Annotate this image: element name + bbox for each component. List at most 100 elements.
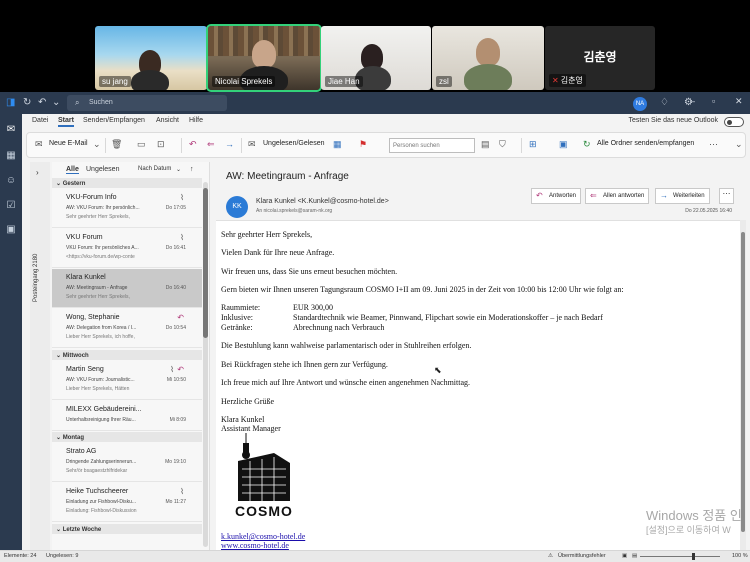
scrollbar-thumb[interactable] <box>203 188 208 338</box>
new-outlook-toggle[interactable] <box>724 117 744 127</box>
tab-senden-empfangen[interactable]: Senden/Empfangen <box>83 117 145 124</box>
attachment-icon: ⌇ <box>180 233 184 242</box>
tab-datei[interactable]: Datei <box>32 117 48 124</box>
forward-icon[interactable]: → <box>225 139 234 149</box>
status-transfer-error[interactable]: Übermittlungsfehler <box>558 553 606 559</box>
divider <box>181 138 182 153</box>
minimize-button[interactable]: – <box>690 96 695 106</box>
group-header[interactable]: ⌄ Letzte Woche <box>52 524 202 534</box>
signature-website-link[interactable]: www.cosmo-hotel.de <box>221 541 289 550</box>
list-item[interactable]: VKU-Forum Info ⌇ AW: VKU Forum: Ihr pers… <box>52 189 202 228</box>
reading-view-icon[interactable]: ▤ <box>632 553 637 559</box>
filter-all-tab[interactable]: Alle <box>66 166 79 174</box>
calendar-view-icon[interactable]: ▣ <box>559 139 568 150</box>
signature-email-link[interactable]: k.kunkel@cosmo-hotel.de <box>221 532 305 541</box>
item-time: Mo 19:10 <box>165 459 186 465</box>
people-search-input[interactable]: Personen suchen <box>389 138 475 153</box>
participant-display-name: 김춘영 <box>583 50 617 64</box>
recipients[interactable]: An nicolai.sprekels@saram-nk.org <box>256 208 332 214</box>
group-header[interactable]: ⌄ Mittwoch <box>52 350 202 360</box>
list-item[interactable]: Heike Tuchscheerer ⌇ Einladung zur Fishb… <box>52 483 202 522</box>
list-item[interactable]: Martin Seng ⌇ ↶ AW: VKU Forum: Journalis… <box>52 361 202 400</box>
reading-pane-scrollbar[interactable] <box>740 220 746 550</box>
sort-direction-icon[interactable]: ↑ <box>190 166 194 173</box>
reply-button[interactable]: ↶ Antworten <box>531 188 582 204</box>
folder-pane-collapsed[interactable]: › Posteingang 2180 <box>30 162 50 550</box>
close-button[interactable]: ✕ <box>735 96 743 107</box>
scrollbar-thumb[interactable] <box>741 232 745 532</box>
list-item[interactable]: MILEXX Gebäudereini... Unterhaltsreinigu… <box>52 401 202 431</box>
sender-avatar[interactable]: KK <box>226 196 248 218</box>
zoom-slider[interactable] <box>640 556 720 557</box>
chevron-down-icon[interactable]: ⌄ <box>176 166 181 173</box>
zoom-slider-thumb[interactable] <box>692 553 695 560</box>
archive-icon[interactable]: ▭ <box>137 139 146 150</box>
group-header[interactable]: ⌄ Gestern <box>52 178 202 188</box>
mail-icon[interactable]: ✉ <box>5 124 17 136</box>
flag-icon[interactable]: ⚑ <box>359 139 367 150</box>
participant-tile-4[interactable]: zsl <box>432 26 544 90</box>
participant-tile-2-active-speaker[interactable]: Nicolai Sprekels <box>206 24 322 92</box>
search-input[interactable]: ⌕ Suchen <box>67 95 227 111</box>
tab-hilfe[interactable]: Hilfe <box>189 117 203 124</box>
item-time: Do 16:41 <box>165 245 186 251</box>
delete-icon[interactable]: 🗑 <box>111 139 122 150</box>
unread-read-button[interactable]: Ungelesen/Gelesen <box>263 140 325 147</box>
list-item[interactable]: Wong, Stephanie ↶ AW: Delegation from Ko… <box>52 309 202 348</box>
reply-all-button[interactable]: ⇐ Allen antworten <box>585 188 650 204</box>
filter-unread-tab[interactable]: Ungelesen <box>86 166 119 173</box>
divider <box>105 138 106 153</box>
list-item[interactable]: Strato AG Dringende Zahlungserinnerun...… <box>52 443 202 482</box>
message-date: Do 22.05.2025 16:40 <box>685 208 732 214</box>
sender-name[interactable]: Klara Kunkel <K.Kunkel@cosmo-hotel.de> <box>256 198 389 205</box>
expand-icon[interactable]: › <box>36 168 39 177</box>
zoom-level[interactable]: 100 % <box>732 553 748 559</box>
warning-icon[interactable]: ⚠ <box>548 553 553 559</box>
send-receive-all-button[interactable]: Alle Ordner senden/empfangen <box>597 140 694 147</box>
tab-ansicht[interactable]: Ansicht <box>156 117 179 124</box>
chevron-down-icon[interactable]: ⌄ <box>93 139 101 150</box>
sync-icon[interactable]: ↻ <box>23 97 31 108</box>
group-label: Gestern <box>62 181 86 187</box>
people-icon[interactable]: ☺ <box>5 175 17 187</box>
lightbulb-icon[interactable]: ♢ <box>660 97 669 108</box>
tasks-icon[interactable]: ☑ <box>5 200 17 212</box>
item-preview: Sehr geehrter Herr Sprekels, <box>66 294 130 300</box>
item-subject: Einladung zur Fishbowl-Disku... <box>66 499 137 505</box>
participant-tile-5[interactable]: 김춘영 ✕ 김춘영 <box>545 26 655 90</box>
account-avatar[interactable]: NA <box>633 97 647 111</box>
participant-video <box>476 38 500 66</box>
participant-tile-1[interactable]: su jang <box>95 26 207 90</box>
move-icon[interactable]: ⊡ <box>157 139 165 150</box>
item-time: Mi 10:50 <box>166 377 186 383</box>
reply-all-icon[interactable]: ⇐ <box>207 139 215 150</box>
sort-dropdown[interactable]: Nach Datum <box>138 166 171 172</box>
calendar-icon[interactable]: ▦ <box>5 150 17 162</box>
forward-button[interactable]: → Weiterleiten <box>655 188 710 204</box>
maximize-button[interactable]: ▫ <box>712 96 715 106</box>
more-actions-button[interactable]: ⋯ <box>719 188 734 204</box>
new-email-button[interactable]: Neue E-Mail <box>49 140 88 147</box>
more-options-icon[interactable]: ⋯ <box>709 139 718 150</box>
address-book-icon[interactable]: ▤ <box>481 139 490 150</box>
item-from: Strato AG <box>66 448 97 455</box>
group-header[interactable]: ⌄ Montag <box>52 432 202 442</box>
categorize-icon[interactable]: ▦ <box>333 139 342 150</box>
apps-grid-icon[interactable]: ⊞ <box>529 139 537 150</box>
normal-view-icon[interactable]: ▣ <box>622 553 627 559</box>
list-item-selected[interactable]: Klara Kunkel AW: Meetingraum - Anfrage D… <box>52 269 202 308</box>
filter-icon[interactable]: ⛉ <box>499 139 506 150</box>
reply-icon[interactable]: ↶ <box>189 139 197 150</box>
message-list-scrollbar[interactable] <box>203 182 208 547</box>
windows-activation-watermark: Windows 정품 인 <box>646 508 742 523</box>
list-item[interactable]: VKU Forum ⌇ VKU Forum: Ihr persönliches … <box>52 229 202 268</box>
pricing-value: Abrechnung nach Verbrauch <box>293 323 385 332</box>
participant-video <box>252 40 276 68</box>
undo-icon[interactable]: ↶ <box>38 97 46 108</box>
participant-tile-3[interactable]: Jiae Han <box>321 26 431 90</box>
message-body: Sehr geehrter Herr Sprekels, Vielen Dank… <box>216 220 740 550</box>
apps-icon[interactable]: ▣ <box>5 224 17 236</box>
quick-access-dropdown-icon[interactable]: ⌄ <box>52 97 60 108</box>
collapse-ribbon-icon[interactable]: ⌄ <box>735 139 743 150</box>
tab-start[interactable]: Start <box>58 117 74 127</box>
